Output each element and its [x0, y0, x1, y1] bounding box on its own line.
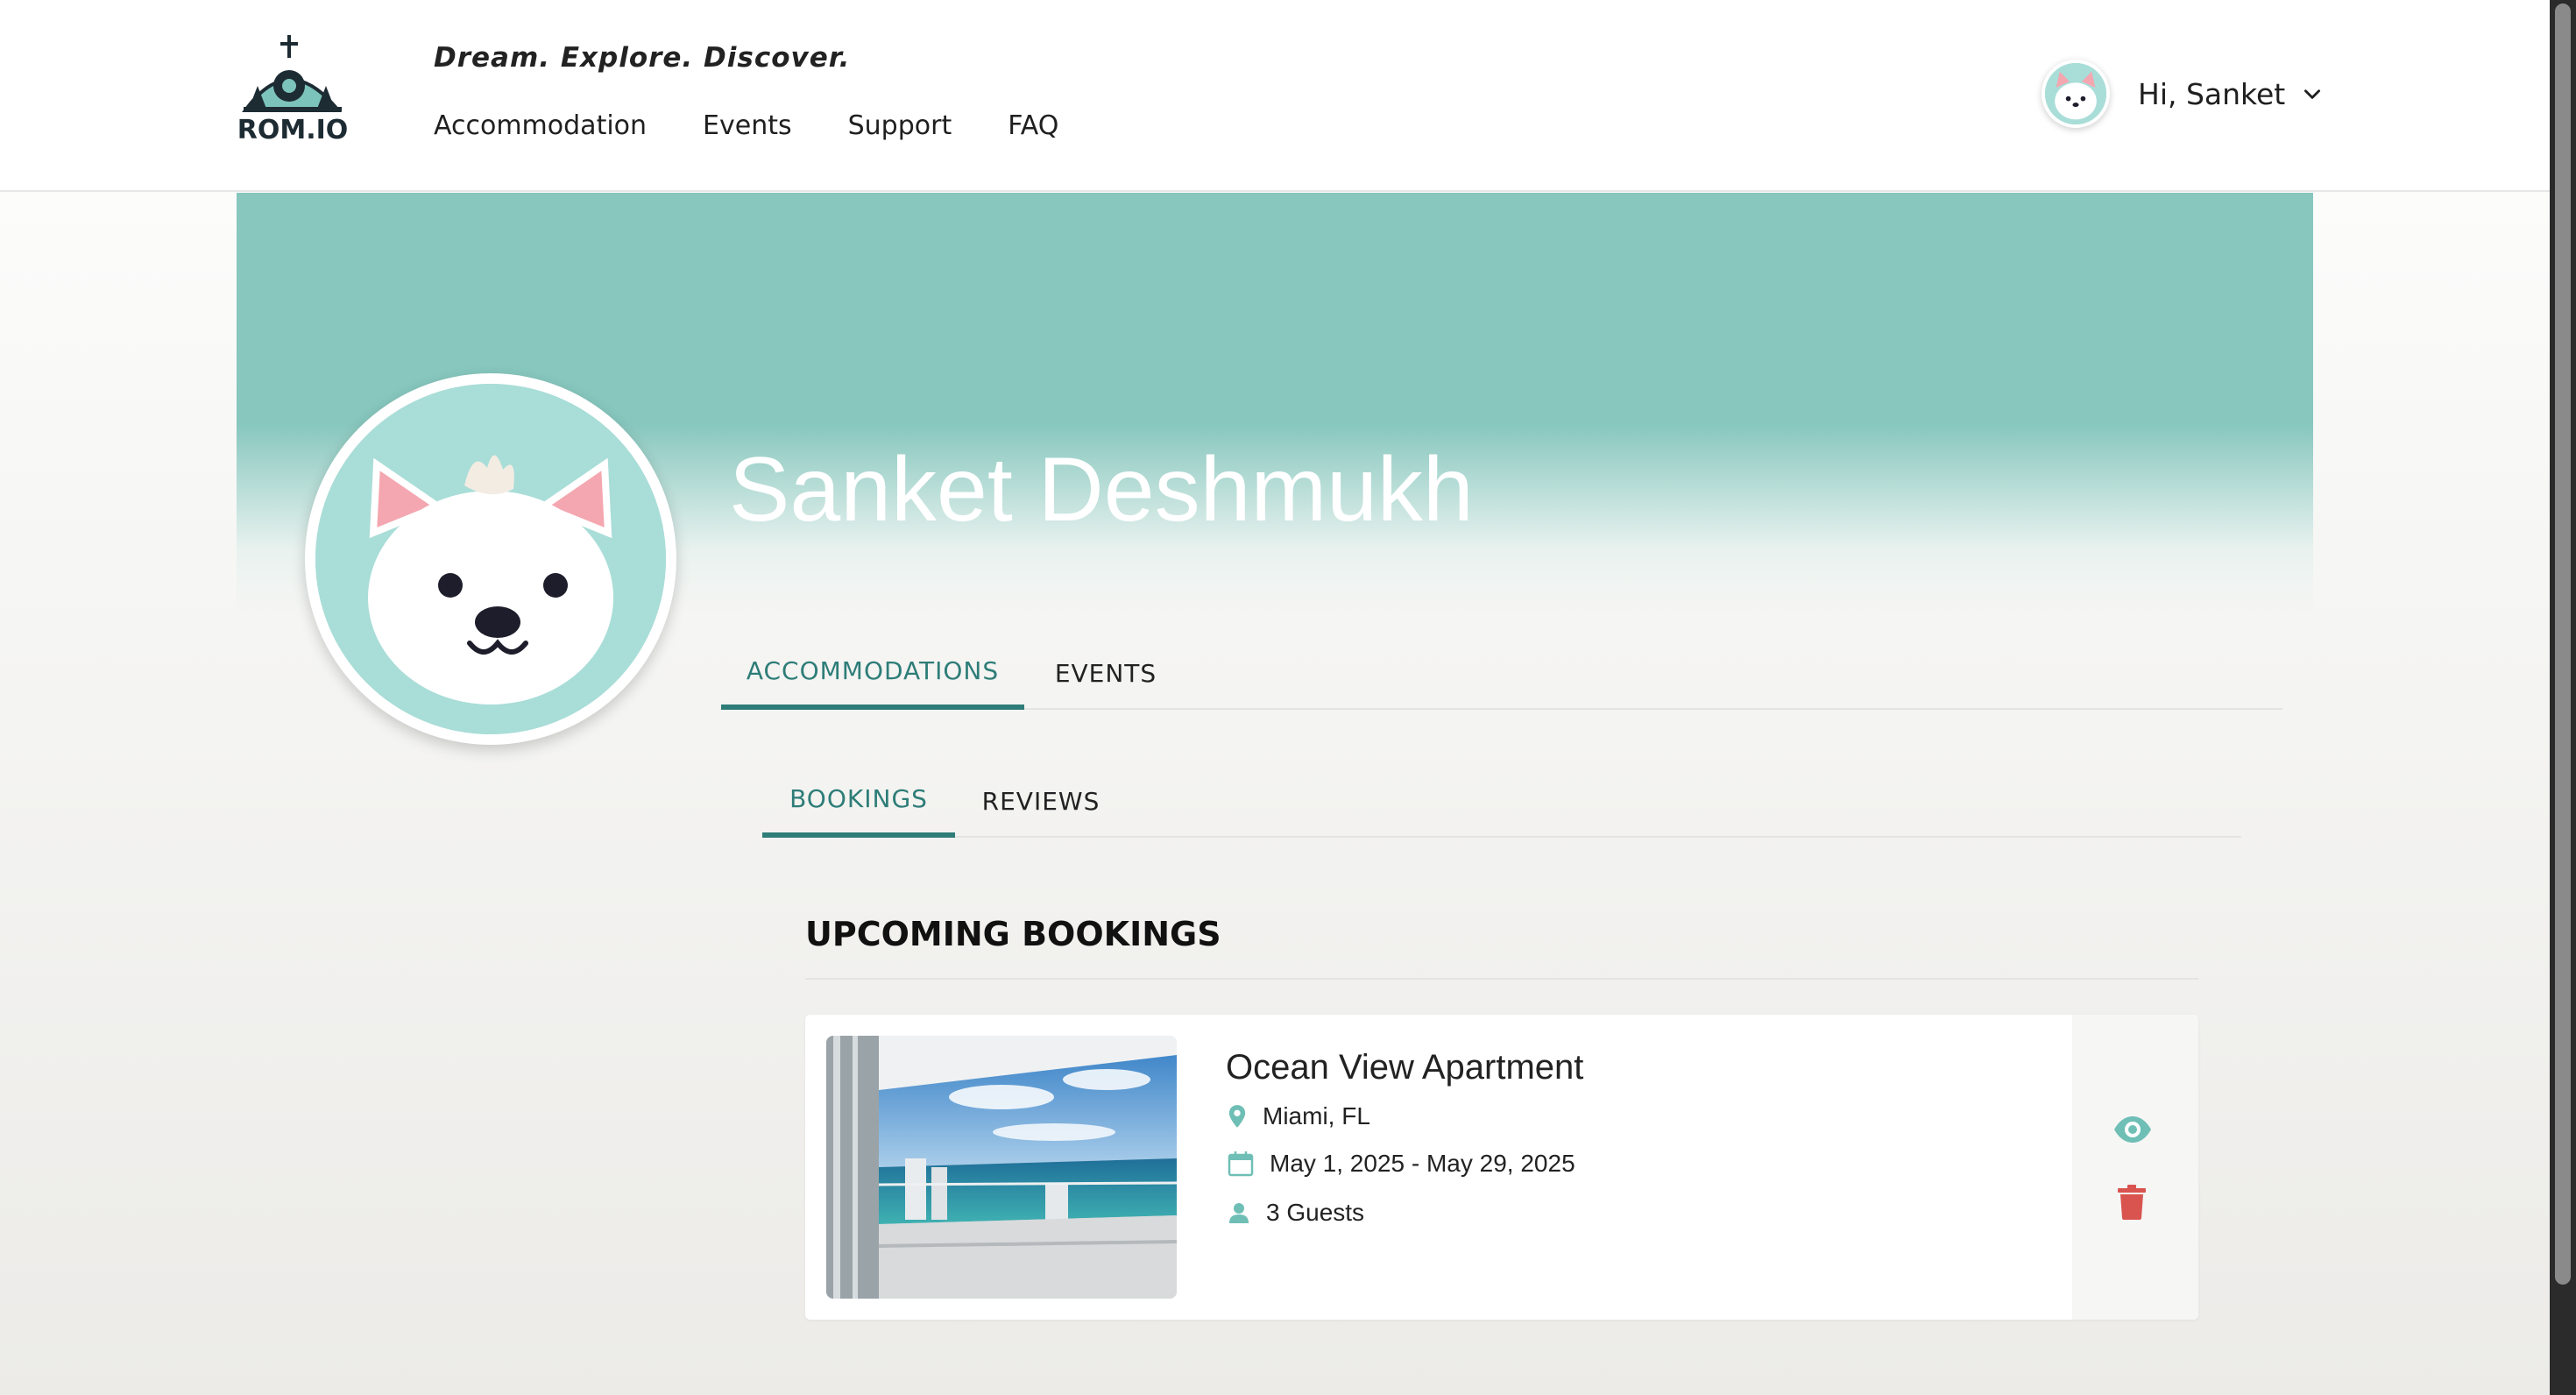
main-nav: Accommodation Events Support FAQ — [434, 110, 1115, 141]
dog-avatar-icon — [315, 384, 666, 734]
booking-actions — [2072, 1015, 2198, 1320]
top-header: ROM.IO Dream. Explore. Discover. Accommo… — [0, 0, 2550, 192]
booking-guests: 3 Guests — [1228, 1199, 1364, 1227]
tagline: Dream. Explore. Discover. — [434, 42, 851, 74]
site-logo[interactable]: ROM.IO — [237, 32, 350, 145]
booking-location-text: Miami, FL — [1263, 1102, 1370, 1129]
profile-name: Sanket Deshmukh — [729, 439, 1474, 541]
trash-icon[interactable] — [2118, 1185, 2146, 1220]
tab-reviews[interactable]: REVIEWS — [955, 764, 1127, 838]
nav-events[interactable]: Events — [703, 110, 792, 141]
user-menu[interactable]: Hi, Sanket — [2042, 60, 2324, 128]
tab-events[interactable]: EVENTS — [1024, 636, 1187, 710]
sub-tabs: BOOKINGS REVIEWS — [762, 764, 2241, 838]
booking-photo[interactable] — [826, 1036, 1177, 1299]
calendar-icon — [1228, 1151, 1254, 1177]
eye-icon[interactable] — [2112, 1115, 2153, 1144]
nav-support[interactable]: Support — [848, 110, 952, 141]
map-pin-icon — [1228, 1105, 1246, 1128]
profile-avatar — [305, 373, 676, 745]
booking-dates-text: May 1, 2025 - May 29, 2025 — [1270, 1150, 1575, 1177]
tab-accommodations[interactable]: ACCOMMODATIONS — [721, 636, 1024, 710]
nav-faq[interactable]: FAQ — [1008, 110, 1058, 141]
main-tabs: ACCOMMODATIONS EVENTS — [721, 636, 2282, 710]
chevron-down-icon — [2304, 89, 2321, 99]
section-title: UPCOMING BOOKINGS — [805, 915, 1221, 953]
svg-text:ROM.IO: ROM.IO — [237, 115, 349, 144]
nav-accommodation[interactable]: Accommodation — [434, 110, 647, 141]
booking-card: Ocean View Apartment Miami, FL May 1, 20… — [805, 1015, 2198, 1320]
user-greeting: Hi, Sanket — [2138, 76, 2286, 111]
scrollbar-track[interactable] — [2550, 0, 2576, 1395]
booking-dates: May 1, 2025 - May 29, 2025 — [1228, 1150, 1575, 1178]
avatar — [2042, 60, 2110, 128]
person-icon — [1229, 1203, 1249, 1223]
booking-guests-text: 3 Guests — [1266, 1199, 1365, 1226]
tab-bookings[interactable]: BOOKINGS — [762, 764, 955, 838]
booking-title[interactable]: Ocean View Apartment — [1226, 1048, 1583, 1087]
booking-location: Miami, FL — [1228, 1102, 1370, 1130]
scrollbar-thumb[interactable] — [2555, 4, 2571, 1285]
section-divider — [805, 978, 2198, 980]
